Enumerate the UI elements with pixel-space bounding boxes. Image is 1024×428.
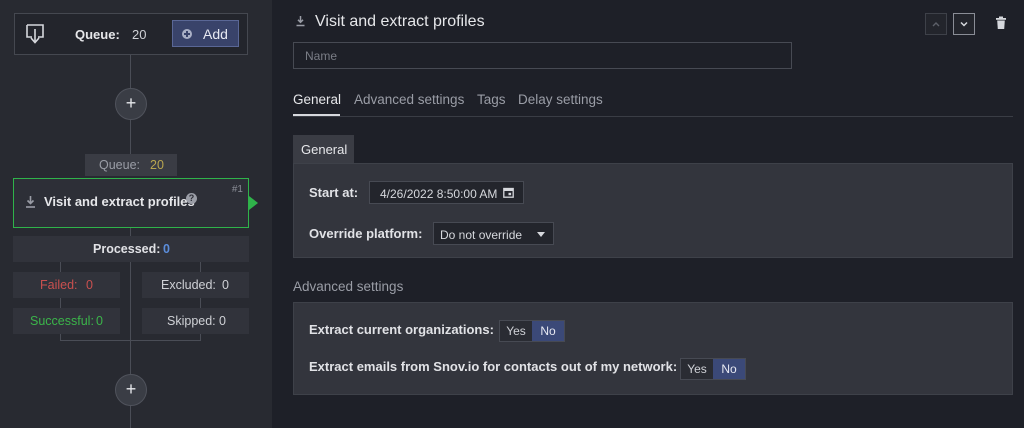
override-platform-value: Do not override: [440, 228, 523, 242]
selected-arrow-icon: [249, 196, 258, 210]
skipped-label: Skipped:: [167, 314, 216, 328]
add-step-button-bottom[interactable]: +: [115, 374, 147, 406]
tab-advanced-settings[interactable]: Advanced settings: [354, 92, 464, 107]
connector-line: [130, 228, 131, 236]
processed-label: Processed:: [93, 242, 161, 256]
caret-down-icon: [537, 232, 545, 237]
move-up-button[interactable]: [925, 13, 947, 35]
successful-value: 0: [96, 314, 103, 328]
failed-stat[interactable]: Failed: 0: [13, 272, 120, 298]
extract-orgs-yes[interactable]: Yes: [500, 321, 532, 341]
step-number: #1: [231, 184, 243, 195]
editor-title: Visit and extract profiles: [315, 13, 485, 30]
add-step-button[interactable]: +: [115, 88, 147, 120]
chevron-down-icon: [960, 21, 968, 27]
advanced-panel: [293, 302, 1013, 395]
queue-label: Queue:: [75, 27, 120, 42]
step-title: Visit and extract profiles: [44, 194, 195, 209]
failed-value: 0: [86, 278, 93, 292]
download-tray-icon: [26, 24, 44, 44]
queue-card: Queue: 20 Add: [14, 13, 248, 55]
start-at-value: 4/26/2022 8:50:00 AM: [380, 187, 498, 201]
extract-orgs-toggle[interactable]: Yes No: [499, 320, 565, 342]
add-button-label: Add: [203, 26, 228, 42]
connector-line: [130, 262, 131, 374]
extract-orgs-no[interactable]: No: [532, 321, 564, 341]
move-down-button[interactable]: [953, 13, 975, 35]
override-platform-label: Override platform:: [309, 226, 423, 241]
processed-stat: Processed: 0: [13, 236, 249, 262]
tab-delay-settings[interactable]: Delay settings: [518, 92, 603, 107]
excluded-stat[interactable]: Excluded: 0: [142, 272, 249, 298]
extract-emails-label: Extract emails from Snov.io for contacts…: [309, 359, 678, 374]
add-button[interactable]: Add: [172, 20, 239, 47]
step-queue-label: Queue:: [99, 158, 141, 172]
step-queue-badge: Queue: 20: [85, 154, 177, 176]
queue-count: 20: [132, 27, 147, 42]
trash-icon[interactable]: [995, 16, 1007, 30]
flow-panel: Queue: 20 Add + Queue: 20 Visit and extr…: [0, 0, 272, 428]
general-panel: [293, 163, 1013, 258]
extract-emails-no[interactable]: No: [713, 359, 745, 379]
connector-line: [130, 55, 131, 88]
download-icon: [296, 16, 305, 27]
start-at-datetime-field[interactable]: 4/26/2022 8:50:00 AM: [369, 181, 524, 204]
successful-label: Successful:: [30, 314, 94, 328]
extract-orgs-label: Extract current organizations:: [309, 322, 494, 337]
connector-line: [60, 340, 201, 341]
plus-circle-icon: [182, 29, 192, 39]
tab-tags[interactable]: Tags: [477, 92, 506, 107]
chevron-up-icon: [932, 22, 940, 27]
step-card-visit-extract[interactable]: Visit and extract profiles ? #1: [13, 178, 249, 228]
connector-line: [130, 120, 131, 154]
successful-stat[interactable]: Successful: 0: [13, 308, 120, 334]
processed-value: 0: [163, 242, 170, 256]
excluded-label: Excluded:: [161, 278, 216, 292]
failed-label: Failed:: [40, 278, 78, 292]
name-input[interactable]: [293, 42, 792, 69]
step-queue-count: 20: [150, 158, 164, 172]
tab-divider: [293, 116, 1013, 117]
tab-general[interactable]: General: [293, 92, 341, 107]
extract-emails-toggle[interactable]: Yes No: [680, 358, 746, 380]
help-icon[interactable]: ?: [186, 193, 197, 204]
start-at-label: Start at:: [309, 185, 359, 200]
calendar-icon[interactable]: [503, 187, 514, 198]
skipped-stat[interactable]: Skipped: 0: [142, 308, 249, 334]
skipped-value: 0: [219, 314, 226, 328]
general-section-label: General: [301, 142, 348, 157]
extract-emails-yes[interactable]: Yes: [681, 359, 713, 379]
excluded-value: 0: [222, 278, 229, 292]
advanced-settings-heading: Advanced settings: [293, 279, 404, 294]
override-platform-select[interactable]: Do not override: [433, 222, 554, 245]
general-section-tab: General: [293, 135, 354, 163]
download-icon: [26, 196, 35, 208]
connector-line: [130, 405, 131, 428]
